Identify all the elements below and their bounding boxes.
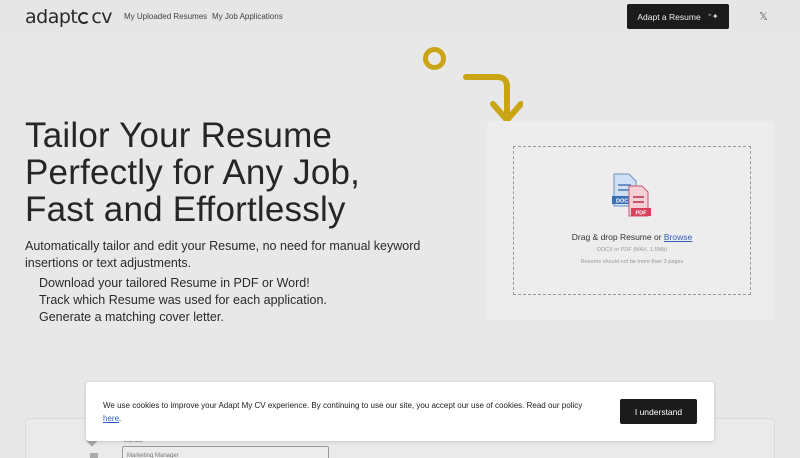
job-title-input[interactable]: Marketing Manager [122,446,329,458]
cookie-message-suffix: . [119,413,122,423]
x-icon[interactable]: 𝕏 [759,10,768,23]
dropzone-formats: DOCX or PDF (MAX. 1.5Mb) [596,247,668,253]
dropzone-title-text: Drag & drop Resume or [571,232,664,242]
dropzone-limit: Resume should not be more than 3 pages [580,259,684,265]
top-nav-bar: adapt cv My Uploaded Resumes My Job Appli… [0,0,800,34]
resume-dropzone[interactable] [513,146,751,295]
decorative-ring-icon [423,47,446,70]
feature-item-cover-letter: Generate a matching cover letter. [39,310,224,324]
curved-arrow-icon [463,74,523,123]
logo[interactable]: adapt cv [25,6,113,28]
pdf-tag: PDF [636,211,648,217]
i-understand-button[interactable]: I understand [620,399,697,424]
logo-text-adapt: adapt [25,6,78,28]
hero-title: Tailor Your Resume Perfectly for Any Job… [25,117,445,228]
hero-title-line-3: Fast and Effortlessly [25,190,346,229]
browse-link[interactable]: Browse [664,232,692,242]
adapt-a-resume-label: Adapt a Resume [637,11,701,22]
cookie-message-text: We use cookies to improve your Adapt My … [103,401,583,410]
adapt-a-resume-button[interactable]: Adapt a Resume ⁺✦ [627,4,729,29]
nav-my-uploaded-resumes[interactable]: My Uploaded Resumes [124,12,207,21]
briefcase-icon [90,453,98,458]
cookie-message: We use cookies to improve your Adapt My … [103,400,593,425]
nav-my-job-applications[interactable]: My Job Applications [212,12,283,21]
hero-title-line-2: Perfectly for Any Job, [25,153,361,192]
cookie-policy-link[interactable]: here [103,414,119,423]
logo-swirl-icon [78,12,91,24]
hero-subtitle: Automatically tailor and edit your Resum… [25,239,421,270]
dropzone-title: Drag & drop Resume or Browse [513,232,751,242]
sparkle-icon: ⁺✦ [707,12,719,21]
feature-item-track: Track which Resume was used for each app… [39,293,327,307]
logo-text-cv: cv [91,6,113,28]
hero-title-line-1: Tailor Your Resume [25,116,333,155]
feature-item-download: Download your tailored Resume in PDF or … [39,276,310,290]
document-files-icon: DOCX PDF [612,173,651,217]
